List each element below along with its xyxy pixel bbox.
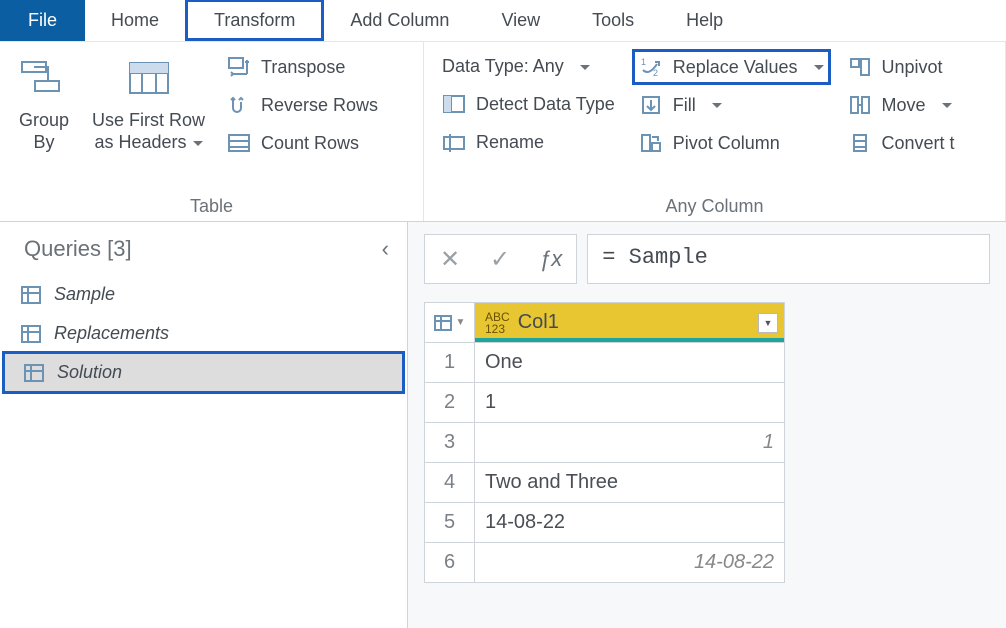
unpivot-label: Unpivot [882,57,943,78]
query-item-label: Solution [57,362,122,383]
ribbon-group-table: Group By Use First Row as Headers Transp… [0,42,424,221]
row-number[interactable]: 3 [425,423,475,463]
menu-add-column[interactable]: Add Column [324,0,475,41]
data-type-button[interactable]: Data Type: Any [438,52,619,81]
query-item-label: Replacements [54,323,169,344]
commit-formula-button[interactable]: ✓ [475,245,525,274]
detect-data-type-icon [442,93,466,115]
detect-data-type-button[interactable]: Detect Data Type [438,89,619,119]
editor-pane: ✕ ✓ ƒx = Sample ▼ ABC123 Col1 ▼ 1 One 2 … [408,222,1006,628]
ribbon-group-any-column-label: Any Column [432,194,997,221]
collapse-queries-icon[interactable]: ‹ [382,236,389,262]
count-rows-label: Count Rows [261,133,359,154]
row-number[interactable]: 4 [425,463,475,503]
table-icon [434,315,452,331]
queries-list: Sample Replacements Solution [0,276,407,391]
move-icon [848,94,872,116]
fx-icon: ƒx [525,246,576,272]
cell[interactable]: 14-08-22 [475,543,785,583]
cell[interactable]: One [475,343,785,383]
queries-panel: Queries [3] ‹ Sample Replacements Soluti… [0,222,408,628]
pivot-column-label: Pivot Column [673,133,780,154]
formula-input[interactable]: = Sample [587,234,990,284]
group-by-label: Group By [19,106,69,153]
fill-icon [639,94,663,116]
any-type-icon: ABC123 [485,311,510,335]
ribbon-group-table-label: Table [8,194,415,221]
convert-button[interactable]: Convert t [844,128,959,158]
svg-text:1: 1 [641,57,646,67]
data-grid: ▼ ABC123 Col1 ▼ 1 One 2 1 3 1 4 Two and … [424,302,785,583]
fill-label: Fill [673,95,696,116]
cancel-formula-button[interactable]: ✕ [425,245,475,274]
replace-values-icon: 12 [639,56,663,78]
ribbon: Group By Use First Row as Headers Transp… [0,42,1006,222]
unpivot-button[interactable]: Unpivot [844,52,959,82]
menu-transform[interactable]: Transform [185,0,324,41]
menu-tools[interactable]: Tools [566,0,660,41]
data-type-label: Data Type: Any [442,56,564,77]
rename-button[interactable]: Rename [438,127,619,157]
convert-label: Convert t [882,133,955,154]
transpose-icon [227,56,251,78]
pivot-column-icon [639,132,663,154]
menu-bar: File Home Transform Add Column View Tool… [0,0,1006,42]
menu-file[interactable]: File [0,0,85,41]
row-number[interactable]: 2 [425,383,475,423]
formula-bar: ✕ ✓ ƒx = Sample [424,234,990,284]
count-rows-icon [227,132,251,154]
query-item-solution[interactable]: Solution [2,351,405,394]
cell[interactable]: 1 [475,383,785,423]
reverse-rows-button[interactable]: Reverse Rows [223,90,382,120]
convert-icon [848,132,872,154]
cell[interactable]: 14-08-22 [475,503,785,543]
detect-data-type-label: Detect Data Type [476,94,615,115]
column-filter-button[interactable]: ▼ [758,313,778,333]
transpose-button[interactable]: Transpose [223,52,382,82]
count-rows-button[interactable]: Count Rows [223,128,382,158]
row-number[interactable]: 1 [425,343,475,383]
query-item-label: Sample [54,284,115,305]
move-label: Move [882,95,926,116]
chevron-down-icon: ▼ [456,317,466,328]
cell[interactable]: 1 [475,423,785,463]
lower-pane: Queries [3] ‹ Sample Replacements Soluti… [0,222,1006,628]
move-button[interactable]: Move [844,90,959,120]
replace-values-label: Replace Values [673,57,798,78]
query-item-sample[interactable]: Sample [2,276,405,313]
query-item-replacements[interactable]: Replacements [2,315,405,352]
table-headers-icon [126,52,172,106]
use-first-row-label: Use First Row as Headers [92,106,205,153]
transpose-label: Transpose [261,57,345,78]
menu-home[interactable]: Home [85,0,185,41]
rename-icon [442,131,466,153]
rename-label: Rename [476,132,544,153]
table-icon [20,324,42,344]
row-number[interactable]: 6 [425,543,475,583]
grid-corner[interactable]: ▼ [425,303,475,343]
row-number[interactable]: 5 [425,503,475,543]
table-icon [23,363,45,383]
column-header-label: Col1 [518,311,559,334]
pivot-column-button[interactable]: Pivot Column [635,128,828,158]
group-by-icon [21,52,67,106]
reverse-rows-icon [227,94,251,116]
menu-view[interactable]: View [475,0,566,41]
use-first-row-button[interactable]: Use First Row as Headers [84,46,213,153]
fill-button[interactable]: Fill [635,90,828,120]
ribbon-group-any-column: Data Type: Any Detect Data Type Rename [424,42,1006,221]
reverse-rows-label: Reverse Rows [261,95,378,116]
column-header-col1[interactable]: ABC123 Col1 ▼ [475,303,785,343]
replace-values-button[interactable]: 12 Replace Values [632,49,831,85]
cell[interactable]: Two and Three [475,463,785,503]
menu-help[interactable]: Help [660,0,749,41]
group-by-button[interactable]: Group By [8,46,80,153]
queries-title: Queries [3] [24,236,132,262]
table-icon [20,285,42,305]
unpivot-icon [848,56,872,78]
